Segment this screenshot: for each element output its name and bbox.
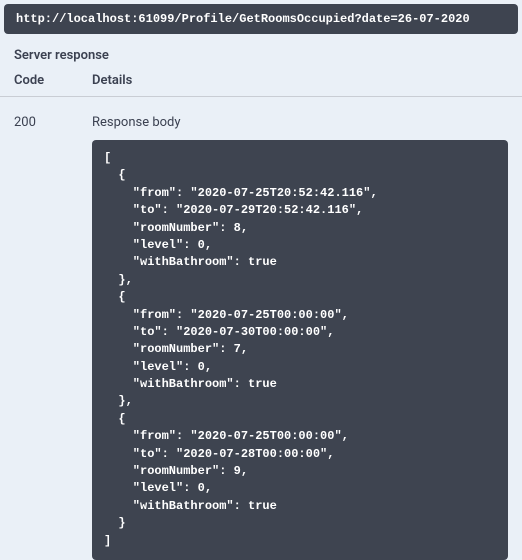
details-column-header: Details <box>92 73 508 88</box>
status-code: 200 <box>14 115 92 560</box>
response-details: Response body [ { "from": "2020-07-25T20… <box>92 115 508 560</box>
code-column-header: Code <box>14 73 92 88</box>
response-table-header: Code Details <box>0 73 522 97</box>
request-url: http://localhost:61099/Profile/GetRoomsO… <box>4 4 518 34</box>
response-row: 200 Response body [ { "from": "2020-07-2… <box>0 97 522 560</box>
response-body-json[interactable]: [ { "from": "2020-07-25T20:52:42.116", "… <box>92 140 508 560</box>
server-response-label: Server response <box>0 34 522 73</box>
response-body-label: Response body <box>92 115 508 130</box>
